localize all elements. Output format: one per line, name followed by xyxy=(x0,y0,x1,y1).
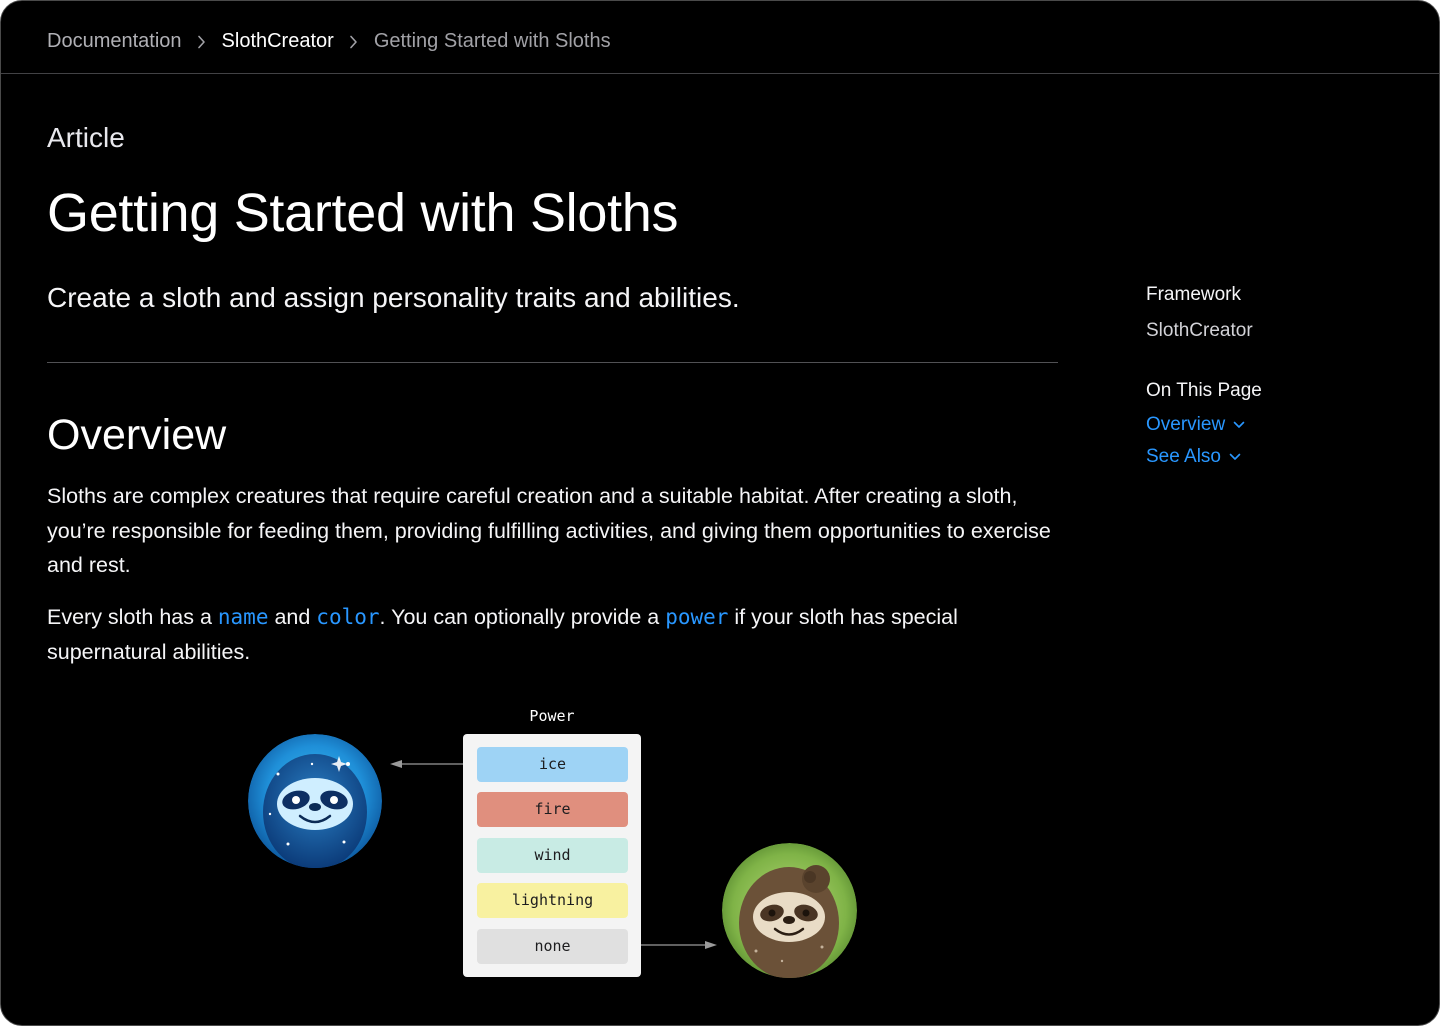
power-option-ice: ice xyxy=(477,747,628,782)
plain-sloth-avatar-icon xyxy=(722,843,857,978)
power-label: Power xyxy=(529,707,575,725)
power-option-wind: wind xyxy=(477,838,628,873)
power-option-lightning: lightning xyxy=(477,883,628,918)
ice-sloth-avatar-icon xyxy=(248,734,382,868)
documentation-window: Documentation SlothCreator Getting Start… xyxy=(0,0,1440,1026)
power-options-panel: ice fire wind lightning none xyxy=(463,734,641,977)
power-option-none: none xyxy=(477,929,628,964)
arrow-none-to-sloth xyxy=(628,941,717,949)
power-diagram: Power ice fire wind lightning none xyxy=(1,1,1439,1025)
power-option-fire: fire xyxy=(477,792,628,827)
diagram-arrows xyxy=(390,760,717,949)
